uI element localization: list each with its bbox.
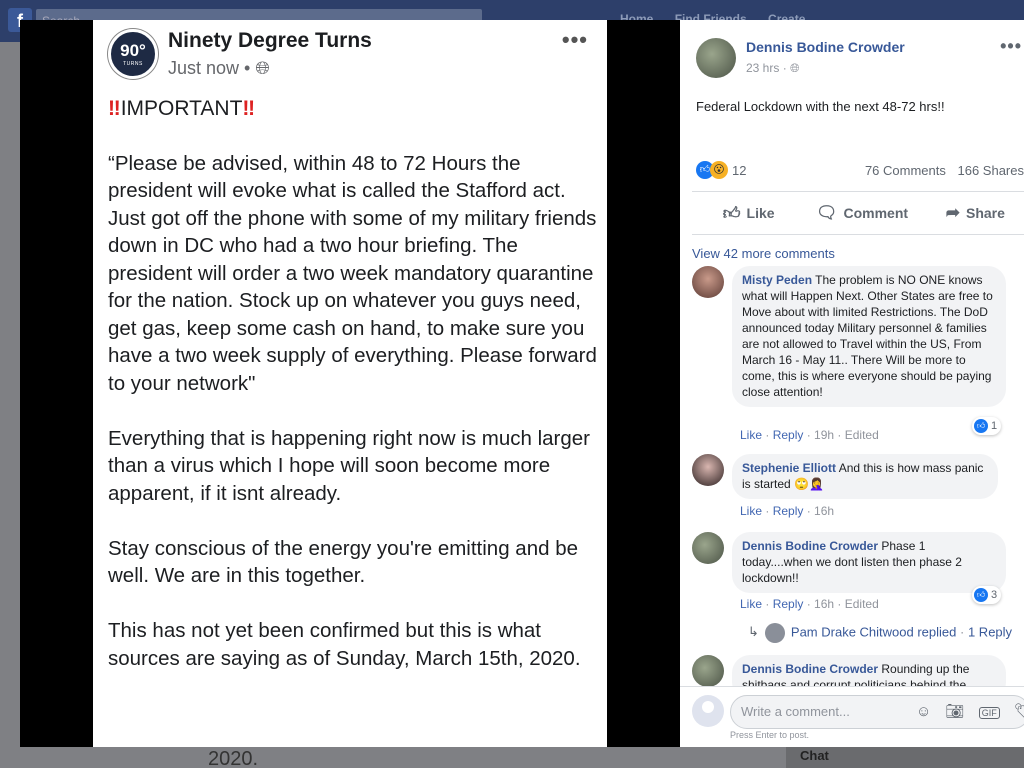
user-avatar [692,695,724,727]
divider [692,234,1024,235]
logo-subtext: TURNS [123,61,143,67]
image-page-name: Ninety Degree Turns [168,29,372,52]
comment-time[interactable]: 16h [814,597,834,611]
comment-time[interactable]: 19h [814,428,834,442]
post-options-button[interactable]: ••• [1000,36,1022,57]
image-body: ‼IMPORTANT‼ “Please be advised, within 4… [108,95,598,700]
post-timestamp[interactable]: 23 hrs · 🌐︎ [746,61,800,76]
comments-count[interactable]: 76 Comments [865,163,946,178]
chat-label: Chat [800,748,829,763]
commenter-name[interactable]: Stephenie Elliott [742,461,836,475]
logo-text: 90° [120,41,146,60]
image-timestamp: Just now • 🌐︎ [168,58,270,78]
replier-avatar [764,623,785,643]
globe-icon: 🌐︎ [790,61,800,75]
wow-reaction-icon: 😮︎ [710,161,728,179]
post-image[interactable]: 90° TURNS Ninety Degree Turns Just now •… [93,20,607,747]
comment-reactions[interactable]: 👍︎ 1 [972,417,1002,435]
commenter-avatar[interactable] [692,655,724,687]
share-button[interactable]: ➦ Share [919,192,1024,234]
post-side-panel: Dennis Bodine Crowder 23 hrs · 🌐︎ ••• Fe… [680,20,1024,747]
page-logo: 90° TURNS [108,29,158,79]
comment-time[interactable]: 16h [814,504,834,518]
comment-meta: Like · Reply · 19h · Edited [740,428,879,442]
shares-count[interactable]: 166 Shares [958,163,1024,178]
comment-reply-link[interactable]: Reply [773,428,804,442]
comment-reply-link[interactable]: Reply [773,597,804,611]
image-paragraph: “Please be advised, within 48 to 72 Hour… [108,151,597,395]
commenter-avatar[interactable] [692,532,724,564]
comment-like-link[interactable]: Like [740,597,762,611]
view-replies-link[interactable]: ↳ Pam Drake Chitwood replied · 1 Reply [748,623,1012,643]
composer-hint: Press Enter to post. [730,730,810,740]
commenter-name[interactable]: Dennis Bodine Crowder [742,539,878,553]
comment-meta: Like · Reply · 16h [740,504,835,518]
thumbs-up-icon: 👍︎ [722,203,741,223]
engagement-counts: 76 Comments 166 Shares [857,163,1024,178]
chat-bar[interactable]: Chat [786,746,1024,768]
camera-icon[interactable]: 📷︎ [946,703,965,720]
like-reaction-icon: 👍︎ [974,588,988,603]
commenter-avatar[interactable] [692,266,724,298]
double-exclamation-icon: ‼ [108,97,121,120]
share-arrow-icon: ➦ [945,203,960,222]
reply-arrow-icon: ↳ [748,624,759,640]
speech-bubble-icon: 🗨︎ [815,203,838,222]
image-header: 90° TURNS Ninety Degree Turns Just now •… [108,27,598,87]
commenter-name[interactable]: Misty Peden [742,273,812,287]
like-reaction-icon: 👍︎ [974,419,988,434]
comment-edited[interactable]: Edited [845,428,879,442]
comment-like-link[interactable]: Like [740,428,762,442]
sticker-icon[interactable]: 🏷︎ [1014,703,1024,720]
reaction-summary[interactable]: 👍︎ 😮︎ 12 [696,161,746,181]
background-text: 2020. [208,748,259,768]
comment-reactions[interactable]: 👍︎ 3 [972,586,1002,604]
commenter-name[interactable]: Dennis Bodine Crowder [742,662,878,676]
double-exclamation-icon: ‼ [242,97,256,120]
gif-icon[interactable]: GIF [978,707,1000,719]
comment-button[interactable]: 🗨︎ Comment [805,192,918,234]
comment-bubble: Stephenie Elliott And this is how mass p… [732,454,998,499]
commenter-avatar[interactable] [692,454,724,486]
image-paragraph: This has not yet been confirmed but this… [108,619,581,670]
comment-reply-link[interactable]: Reply [773,504,804,518]
author-avatar[interactable] [696,38,736,78]
globe-icon: 🌐︎ [255,58,270,78]
comment-composer: Write a comment... ☺ 📷︎ GIF 🏷︎ Press Ent… [680,686,1024,747]
comment-like-link[interactable]: Like [740,504,762,518]
author-name[interactable]: Dennis Bodine Crowder [746,39,905,55]
comment-bubble: Misty Peden The problem is NO ONE knows … [732,266,1006,407]
comment-bubble: Dennis Bodine Crowder Phase 1 today....w… [732,532,1006,593]
post-text: Federal Lockdown with the next 48-72 hrs… [696,99,945,114]
image-paragraph: Everything that is happening right now i… [108,426,591,505]
view-more-comments-link[interactable]: View 42 more comments [692,246,835,261]
image-paragraph: Stay conscious of the energy you're emit… [108,536,578,588]
reaction-count: 12 [732,162,747,178]
like-button[interactable]: 👍︎ Like [692,192,805,234]
emoji-icon[interactable]: ☺ [916,703,931,720]
more-options-icon: ••• [561,27,588,52]
composer-tools: ☺ 📷︎ GIF 🏷︎ [916,702,1024,720]
comment-text: The problem is NO ONE knows what will Ha… [742,273,993,399]
post-actions: 👍︎ Like 🗨︎ Comment ➦ Share [692,192,1024,234]
important-heading: ‼IMPORTANT‼ [108,97,256,120]
comment-meta: Like · Reply · 16h · Edited [740,597,879,611]
comment-edited[interactable]: Edited [845,597,879,611]
